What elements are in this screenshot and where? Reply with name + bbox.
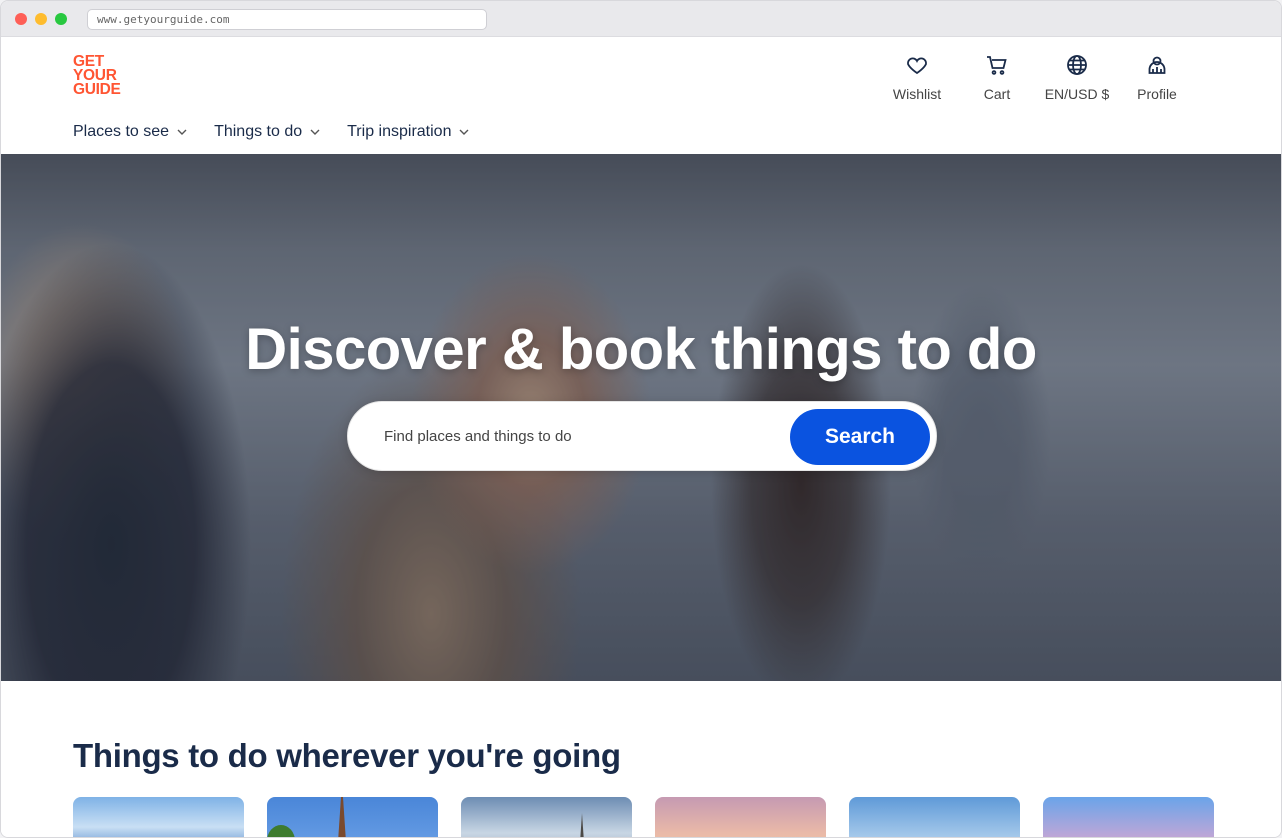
wishlist-label: Wishlist [892, 86, 942, 102]
destination-card[interactable] [73, 797, 244, 837]
hero-title: Discover & book things to do [245, 317, 1037, 382]
hero-banner: Discover & book things to do Search [1, 154, 1281, 681]
address-bar[interactable]: www.getyourguide.com [87, 9, 487, 30]
chevron-down-icon [310, 129, 320, 135]
logo-line-3: GUIDE [73, 81, 121, 98]
tower-image [337, 797, 347, 837]
destination-card[interactable] [655, 797, 826, 837]
main-nav: Places to see Things to do Trip inspirat… [73, 123, 496, 141]
language-currency-button[interactable]: EN/USD $ [1037, 53, 1117, 103]
profile-icon [1148, 56, 1166, 74]
destination-cards [73, 797, 1237, 837]
globe-icon [1067, 55, 1087, 75]
tree-image [267, 825, 295, 837]
close-window-button[interactable] [15, 13, 27, 25]
search-button[interactable]: Search [790, 409, 930, 465]
heart-icon [907, 57, 927, 75]
nav-trip-inspiration-label: Trip inspiration [347, 123, 452, 140]
destinations-section: Things to do wherever you're going [1, 681, 1281, 837]
nav-places-to-see[interactable]: Places to see [73, 123, 188, 141]
site-header: GET YOUR GUIDE Wishlist Cart EN/USD $ Pr… [1, 37, 1281, 154]
browser-titlebar: www.getyourguide.com [1, 1, 1281, 37]
spire-image [579, 813, 585, 837]
wishlist-button[interactable]: Wishlist [877, 53, 957, 103]
getyourguide-logo[interactable]: GET YOUR GUIDE [73, 54, 133, 101]
browser-window: www.getyourguide.com GET YOUR GUIDE Wish… [0, 0, 1282, 838]
cart-button[interactable]: Cart [957, 53, 1037, 103]
language-currency-label: EN/USD $ [1044, 86, 1110, 102]
nav-places-to-see-label: Places to see [73, 123, 170, 140]
chevron-down-icon [459, 129, 469, 135]
header-actions: Wishlist Cart EN/USD $ Profile [877, 53, 1197, 103]
profile-label: Profile [1137, 86, 1177, 102]
nav-things-to-do[interactable]: Things to do [214, 123, 321, 141]
destination-card[interactable] [1043, 797, 1214, 837]
profile-button[interactable]: Profile [1117, 53, 1197, 103]
cart-icon [987, 56, 1007, 75]
destination-card[interactable] [849, 797, 1020, 837]
destination-card[interactable] [461, 797, 632, 837]
chevron-down-icon [177, 129, 187, 135]
search-bar: Search [347, 401, 937, 471]
nav-things-to-do-label: Things to do [214, 123, 303, 140]
maximize-window-button[interactable] [55, 13, 67, 25]
nav-trip-inspiration[interactable]: Trip inspiration [347, 123, 470, 141]
cart-label: Cart [983, 86, 1011, 102]
minimize-window-button[interactable] [35, 13, 47, 25]
section-title: Things to do wherever you're going [73, 737, 621, 774]
search-input[interactable] [384, 423, 784, 449]
destination-card[interactable] [267, 797, 438, 837]
